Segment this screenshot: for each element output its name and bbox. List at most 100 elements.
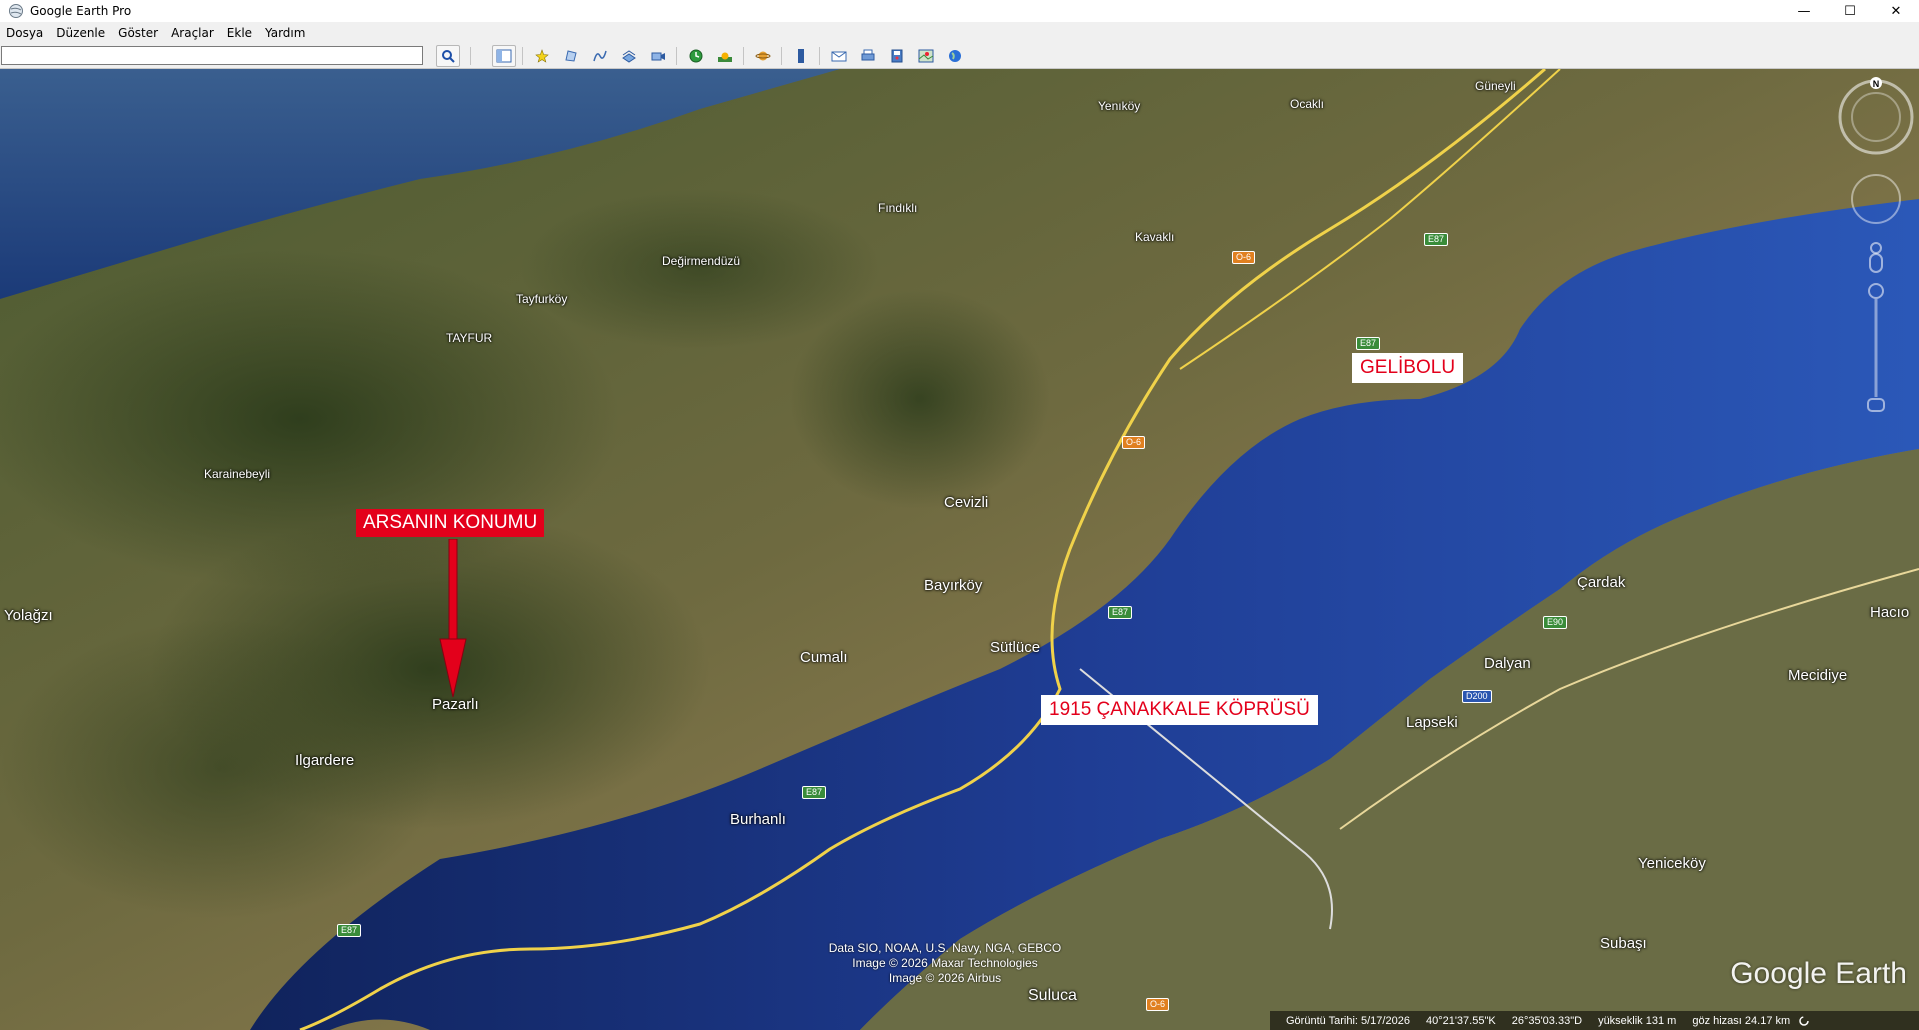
window-title: Google Earth Pro xyxy=(30,4,132,18)
place-label: Fındıklı xyxy=(878,201,918,215)
eye-altitude-readout: göz hizası 24.17 km xyxy=(1692,1014,1791,1027)
email-icon xyxy=(831,51,847,62)
elevation-readout: yükseklik 131 m xyxy=(1598,1014,1677,1027)
planets-button[interactable] xyxy=(751,45,775,67)
add-image-overlay-button[interactable] xyxy=(617,45,641,67)
place-label: Ilgardere xyxy=(295,752,355,769)
place-label: Hacıo xyxy=(1870,604,1910,621)
plot-location-arrow xyxy=(439,539,467,698)
menu-file[interactable]: Dosya xyxy=(6,26,43,40)
add-placemark-button[interactable] xyxy=(530,45,554,67)
plot-location-label: ARSANIN KONUMU xyxy=(356,509,545,537)
save-image-button[interactable] xyxy=(885,45,909,67)
menu-add[interactable]: Ekle xyxy=(227,26,252,40)
maximize-button[interactable]: ☐ xyxy=(1827,0,1873,22)
navigation-controls[interactable]: N xyxy=(1836,77,1916,417)
road-shield: D200 xyxy=(1462,690,1492,703)
search-button[interactable] xyxy=(436,45,460,67)
menu-tools[interactable]: Araçlar xyxy=(171,26,214,40)
record-tour-button[interactable] xyxy=(646,45,670,67)
place-label: Yolağzı xyxy=(4,607,53,624)
place-label: Subaşı xyxy=(1600,935,1647,952)
place-label: Burhanlı xyxy=(730,811,786,828)
bridge-label: 1915 ÇANAKKALE KÖPRÜSÜ xyxy=(1041,695,1318,725)
place-label: Kavaklı xyxy=(1135,230,1175,244)
imagery-date: Görüntü Tarihi: 5/17/2026 xyxy=(1286,1014,1410,1027)
toolbar xyxy=(0,43,1919,69)
menu-help[interactable]: Yardım xyxy=(265,26,305,40)
place-label: Suluca xyxy=(1028,987,1077,1004)
view-in-maps-icon xyxy=(918,49,934,63)
title-bar: Google Earth Pro — ☐ ✕ xyxy=(0,0,1919,22)
print-button[interactable] xyxy=(856,45,880,67)
road-shield: E90 xyxy=(1543,616,1568,629)
sunlight-button[interactable] xyxy=(713,45,737,67)
close-button[interactable]: ✕ xyxy=(1873,0,1919,22)
satellite-map[interactable] xyxy=(0,69,1919,1030)
google-earth-logo: Google Earth xyxy=(1730,957,1907,990)
sunlight-icon xyxy=(718,52,732,62)
place-label: Cumalı xyxy=(800,649,848,666)
minimize-button[interactable]: — xyxy=(1781,0,1827,22)
latitude-readout: 40°21'37.55"K xyxy=(1425,1014,1496,1027)
google-earth-app-icon xyxy=(9,4,23,18)
street-view-pegman[interactable] xyxy=(1869,242,1883,273)
status-bar: Görüntü Tarihi: 5/17/2026 40°21'37.55"K … xyxy=(1270,1011,1919,1030)
menu-view[interactable]: Göster xyxy=(118,26,158,40)
place-label: TAYFUR xyxy=(446,331,493,345)
gelibolu-label: GELİBOLU xyxy=(1352,353,1464,383)
place-label: Yeniceköy xyxy=(1638,855,1706,872)
historical-imagery-button[interactable] xyxy=(684,45,708,67)
email-button[interactable] xyxy=(827,45,851,67)
place-label: Tayfurköy xyxy=(516,292,568,306)
search-input[interactable] xyxy=(1,46,423,65)
earth-button[interactable] xyxy=(943,45,967,67)
historical-imagery-icon xyxy=(689,49,703,63)
add-polygon-button[interactable] xyxy=(559,45,583,67)
sidebar-icon xyxy=(496,49,512,63)
place-label: Güneyli xyxy=(1475,79,1516,93)
menu-bar: Dosya Düzenle Göster Araçlar Ekle Yardım xyxy=(0,22,1919,43)
menu-edit[interactable]: Düzenle xyxy=(56,26,105,40)
streaming-indicator-icon xyxy=(1799,1015,1809,1026)
place-label: Mecidiye xyxy=(1788,667,1848,684)
placemark-icon xyxy=(535,49,549,63)
path-icon xyxy=(593,50,607,62)
place-label: Dalyan xyxy=(1484,655,1531,672)
place-label: Bayırköy xyxy=(924,577,983,594)
zoom-slider[interactable] xyxy=(1867,283,1885,412)
record-tour-icon xyxy=(651,52,665,61)
imagery-attribution: Data SIO, NOAA, U.S. Navy, NGA, GEBCO Im… xyxy=(828,941,1062,985)
road-shield: E87 xyxy=(1424,233,1449,246)
longitude-readout: 26°35'03.33"D xyxy=(1511,1014,1583,1027)
road-shield: E87 xyxy=(1108,606,1133,619)
map-viewport[interactable]: Güneyli Yenıköy Ocaklı Fındıklı Kavaklı … xyxy=(0,69,1919,1030)
earth-icon xyxy=(949,50,961,62)
place-label: Değirmendüzü xyxy=(662,254,741,268)
image-overlay-icon xyxy=(622,50,636,63)
road-shield: O-6 xyxy=(1122,436,1146,449)
polygon-icon xyxy=(565,50,577,62)
ruler-icon xyxy=(798,49,804,63)
road-shield: O-6 xyxy=(1232,251,1256,264)
ruler-button[interactable] xyxy=(789,45,813,67)
road-shield: E87 xyxy=(1356,337,1381,350)
look-joystick[interactable] xyxy=(1851,174,1901,224)
planets-icon xyxy=(755,51,771,61)
place-label: Cevizli xyxy=(944,494,989,511)
save-image-icon xyxy=(891,49,903,63)
compass-ring[interactable] xyxy=(1838,79,1914,155)
road-shield: E87 xyxy=(337,924,362,937)
place-label: Sütlüce xyxy=(990,639,1041,656)
search-icon xyxy=(442,50,455,63)
road-shield: E87 xyxy=(802,786,827,799)
print-icon xyxy=(861,49,875,61)
add-path-button[interactable] xyxy=(588,45,612,67)
place-label: Yenıköy xyxy=(1098,99,1141,113)
view-in-maps-button[interactable] xyxy=(914,45,938,67)
place-label: Çardak xyxy=(1577,574,1626,591)
place-label: Lapseki xyxy=(1406,714,1458,731)
north-indicator[interactable]: N xyxy=(1873,79,1880,89)
sidebar-toggle-button[interactable] xyxy=(492,45,516,67)
road-shield: O-6 xyxy=(1146,998,1170,1011)
